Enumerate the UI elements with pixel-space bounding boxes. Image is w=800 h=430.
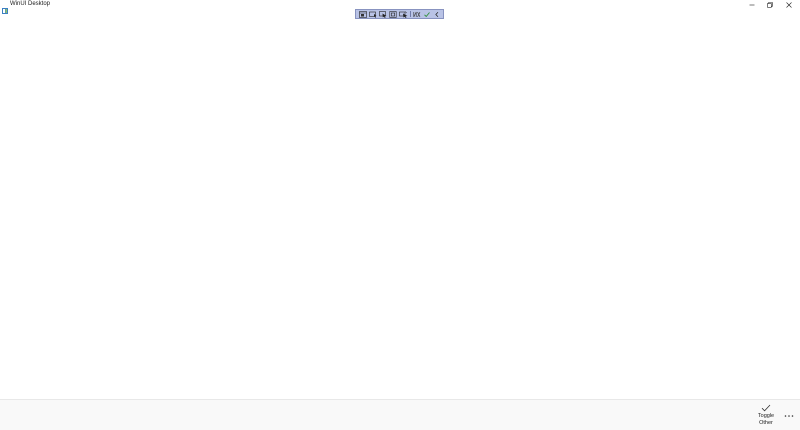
xaml-debug-toolbar: [355, 9, 444, 19]
track-focused-element-icon: [389, 10, 397, 18]
track-focused-element-button[interactable]: [389, 10, 398, 18]
toggle-other-button[interactable]: Toggle Other: [752, 404, 780, 430]
toggle-other-label: Toggle Other: [752, 413, 780, 426]
display-layout-adorners-icon: [379, 10, 387, 18]
collapse-toolbar-button[interactable]: [433, 10, 442, 18]
command-bar: Toggle Other: [0, 399, 800, 430]
hot-reload-icon: [413, 11, 421, 18]
window-title: WinUI Desktop: [10, 1, 51, 7]
show-binding-failures-button[interactable]: [399, 10, 408, 18]
app-icon: [2, 1, 8, 14]
live-visual-tree-button[interactable]: [358, 10, 367, 18]
toolbar-separator: [410, 11, 412, 17]
restore-icon: [767, 1, 773, 8]
more-options-button[interactable]: [782, 409, 796, 419]
accessibility-check-icon: [423, 11, 431, 18]
toggle-label-line-2: Other: [759, 419, 773, 426]
select-element-button[interactable]: [368, 10, 377, 18]
close-button[interactable]: [780, 0, 798, 9]
show-binding-failures-icon: [399, 10, 408, 18]
maximize-button[interactable]: [761, 0, 779, 9]
select-element-icon: [369, 11, 377, 18]
collapse-toolbar-icon: [434, 11, 440, 18]
accessibility-check-button[interactable]: [423, 10, 432, 18]
more-ellipsis-icon: [784, 405, 794, 423]
live-visual-tree-icon: [358, 10, 367, 18]
app-window: WinUI Desktop Toggle Other: [0, 0, 800, 430]
minimize-button[interactable]: [743, 0, 761, 9]
minimize-icon: [749, 2, 755, 8]
display-layout-adorners-button[interactable]: [379, 10, 388, 18]
hot-reload-button[interactable]: [412, 10, 421, 18]
main-content: [0, 20, 800, 398]
checkmark-icon: [761, 404, 771, 412]
close-icon: [786, 1, 792, 8]
